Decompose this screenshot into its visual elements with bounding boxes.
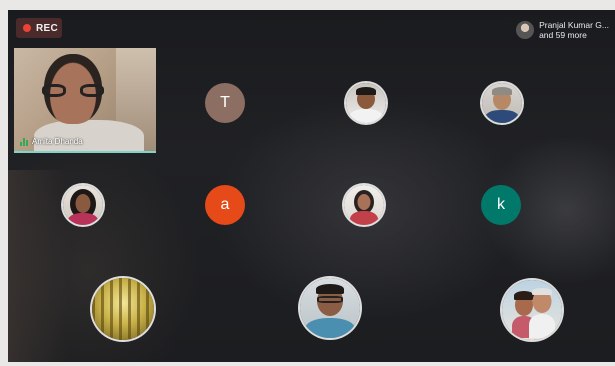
ambient-shadow <box>8 170 68 362</box>
couple-selfie-photo-icon <box>502 280 562 340</box>
meeting-grid: REC Pranjal Kumar G... and 59 more Amita… <box>8 10 615 362</box>
young-woman-photo-icon <box>63 185 103 225</box>
avatar-letter: k <box>497 196 505 213</box>
recording-badge: REC <box>16 18 62 38</box>
participant-tile-young-woman[interactable] <box>63 185 103 225</box>
participants-summary-name: Pranjal Kumar G... <box>539 20 609 30</box>
participant-tile-k[interactable]: k <box>481 185 521 225</box>
participants-summary-text: Pranjal Kumar G... and 59 more <box>539 20 609 40</box>
participants-summary[interactable]: Pranjal Kumar G... and 59 more <box>516 20 609 40</box>
participants-summary-more: and 59 more <box>539 30 587 40</box>
record-dot-icon <box>23 24 31 32</box>
participant-avatar-icon <box>516 21 535 39</box>
avatar-letter: T <box>220 94 230 111</box>
glasses-icon <box>42 84 104 98</box>
participant-tile-man-with-glasses[interactable] <box>346 83 386 123</box>
participant-tile-grey-haired-man[interactable] <box>482 83 522 123</box>
bearded-man-photo-icon <box>300 278 360 338</box>
active-speaker-bar <box>14 151 156 153</box>
self-video-shoulders <box>34 120 144 152</box>
speaking-indicator-icon <box>20 137 28 146</box>
participant-tile-woman-in-red[interactable] <box>344 185 384 225</box>
woman-in-red-photo-icon <box>344 185 384 225</box>
recording-label: REC <box>36 22 59 34</box>
participant-tile-forest[interactable] <box>92 278 154 340</box>
grey-haired-man-photo-icon <box>482 83 522 123</box>
self-name-row: Amita Dhanda <box>20 137 83 146</box>
participant-tile-a[interactable]: a <box>205 185 245 225</box>
forest-photo-icon <box>92 278 154 340</box>
participant-tile-couple[interactable] <box>502 280 562 340</box>
man-with-glasses-photo-icon <box>346 83 386 123</box>
participant-tile-t[interactable]: T <box>205 83 245 123</box>
avatar-letter: a <box>220 196 230 213</box>
self-name-label: Amita Dhanda <box>32 137 83 146</box>
self-video-tile[interactable]: Amita Dhanda <box>14 48 156 152</box>
participant-tile-bearded-man[interactable] <box>300 278 360 338</box>
